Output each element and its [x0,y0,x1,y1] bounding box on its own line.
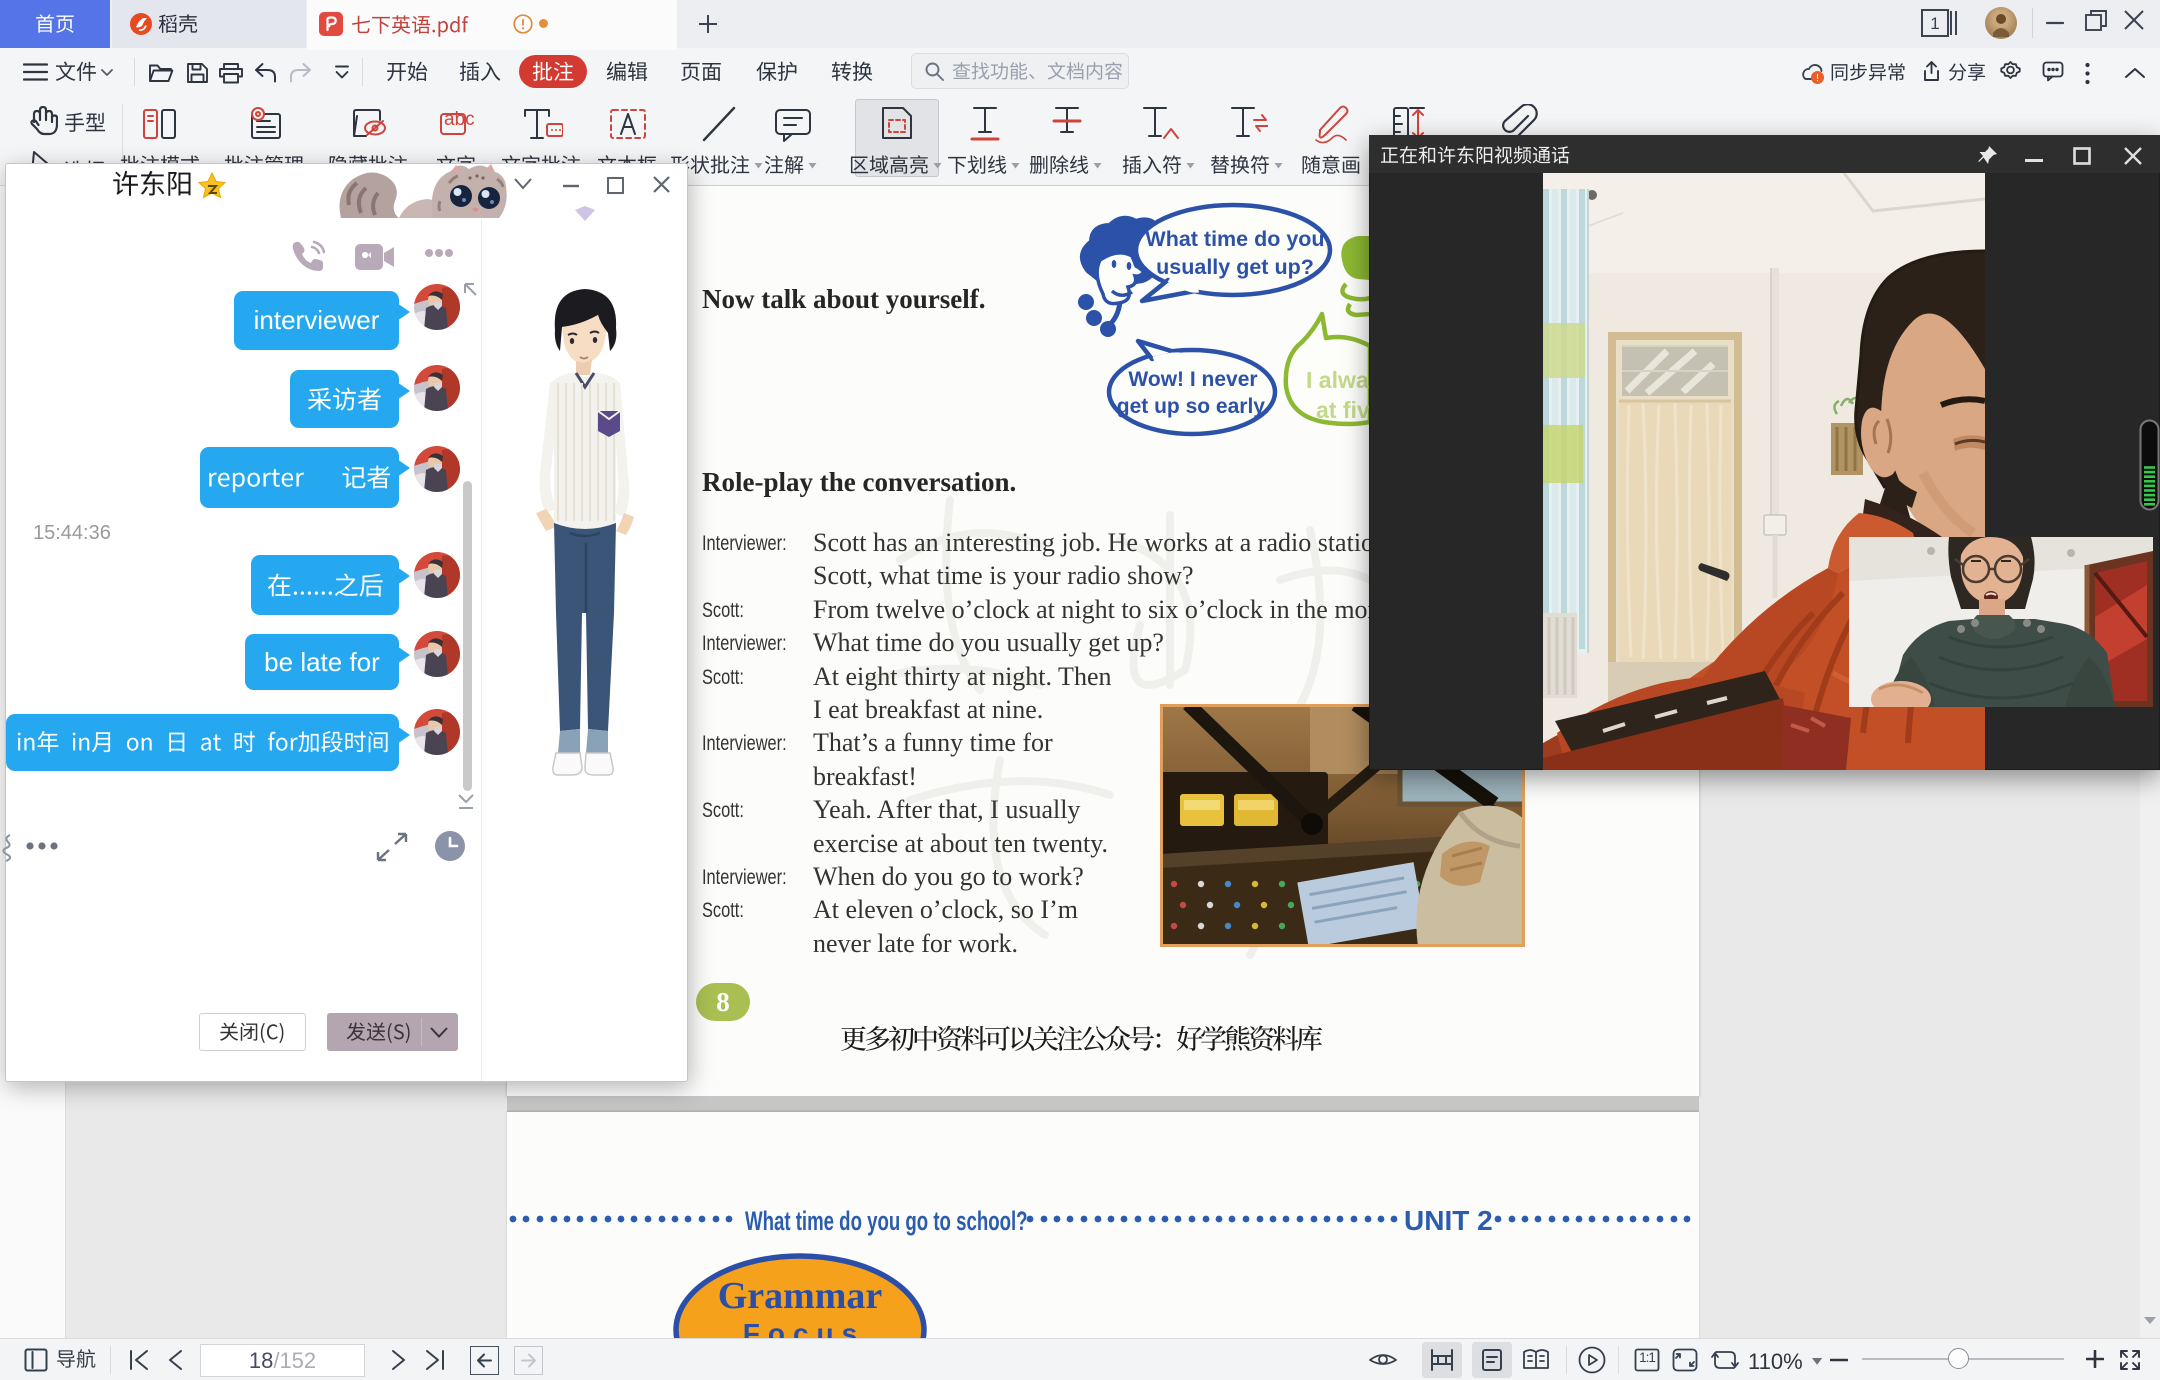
svg-text:1: 1 [1930,14,1939,33]
svg-text:at five: at five [1316,397,1370,423]
svg-text:I alway: I alway [1306,367,1370,393]
svg-text:!: ! [1816,73,1819,84]
